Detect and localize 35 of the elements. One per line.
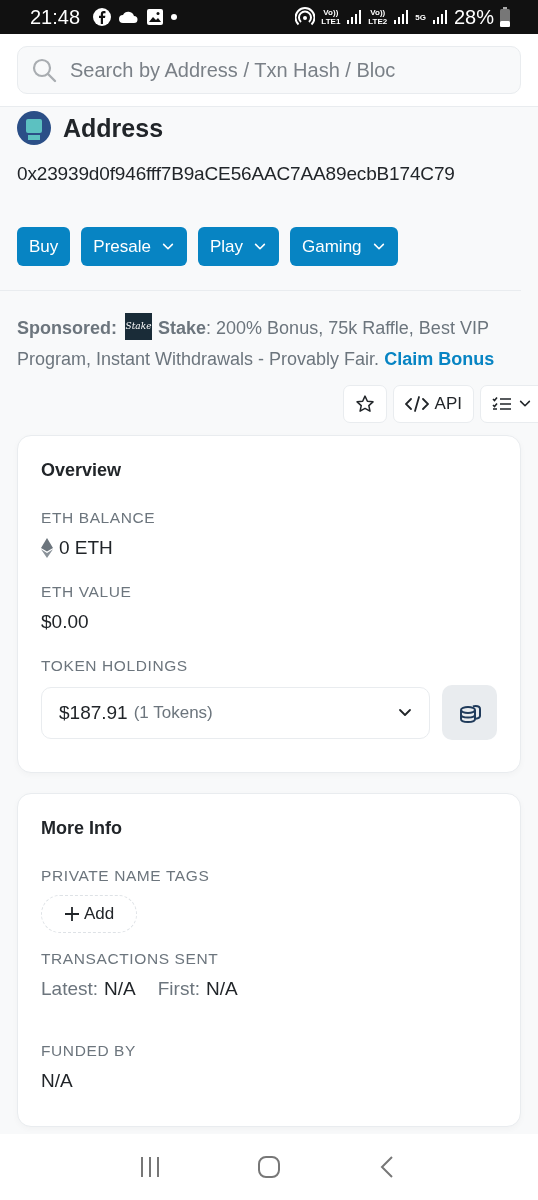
- field-value: N/A: [41, 1070, 73, 1092]
- add-tag-button[interactable]: Add: [41, 895, 138, 933]
- sim-label: Vo)) LTE2: [368, 8, 388, 26]
- card-title: More Info: [41, 818, 122, 839]
- field-label: ETH BALANCE: [41, 509, 156, 527]
- menu-button[interactable]: Presale: [81, 227, 187, 266]
- stat-label: First:: [157, 978, 200, 1000]
- sponsored-text: Sponsored: Stake Stake: 200% Bonus, 75k Raffle, Best VIP Program, Instant Withdrawals - Provably Fair. Claim Bonus: [17, 313, 521, 375]
- claim-link[interactable]: Claim Bonus: [384, 349, 495, 369]
- field-label: TOKEN HOLDINGS: [41, 657, 188, 675]
- field-label: ETH VALUE: [41, 583, 132, 601]
- field-value: $0.00: [41, 611, 89, 633]
- menu-button[interactable]: Buy: [17, 227, 71, 266]
- stat-label: Latest:: [41, 978, 99, 1000]
- stat-value: N/A: [104, 978, 136, 1000]
- stat-value: N/A: [205, 978, 238, 1000]
- menu-button[interactable]: Gaming: [290, 227, 398, 266]
- api-button[interactable]: API: [392, 385, 474, 423]
- sim-label: Vo)) LTE1: [321, 8, 341, 26]
- field-label: TRANSACTIONS SENT: [41, 950, 219, 968]
- network-type: 5G: [415, 12, 426, 22]
- field-label: FUNDED BY: [41, 1042, 136, 1060]
- page-title: Address: [63, 113, 164, 143]
- clock: 21:48: [30, 5, 81, 29]
- address-hash: 0x23939d0f946fff7B9aCE56AAC7AA89ecbB174C79: [17, 163, 456, 185]
- field-value: 0 ETH: [59, 537, 113, 559]
- menu-button[interactable]: Play: [197, 227, 279, 266]
- token-dropdown[interactable]: $187.91 (1 Tokens): [41, 686, 430, 739]
- stake-logo: Stake: [125, 313, 152, 340]
- search-field[interactable]: Search by Address / Txn Hash / Bloc: [17, 46, 521, 94]
- battery-percent: 28%: [453, 5, 494, 29]
- card-title: Overview: [41, 460, 122, 481]
- token-count: (1 Tokens): [133, 702, 213, 723]
- field-label: PRIVATE NAME TAGS: [41, 867, 210, 885]
- token-value: $187.91: [59, 701, 128, 724]
